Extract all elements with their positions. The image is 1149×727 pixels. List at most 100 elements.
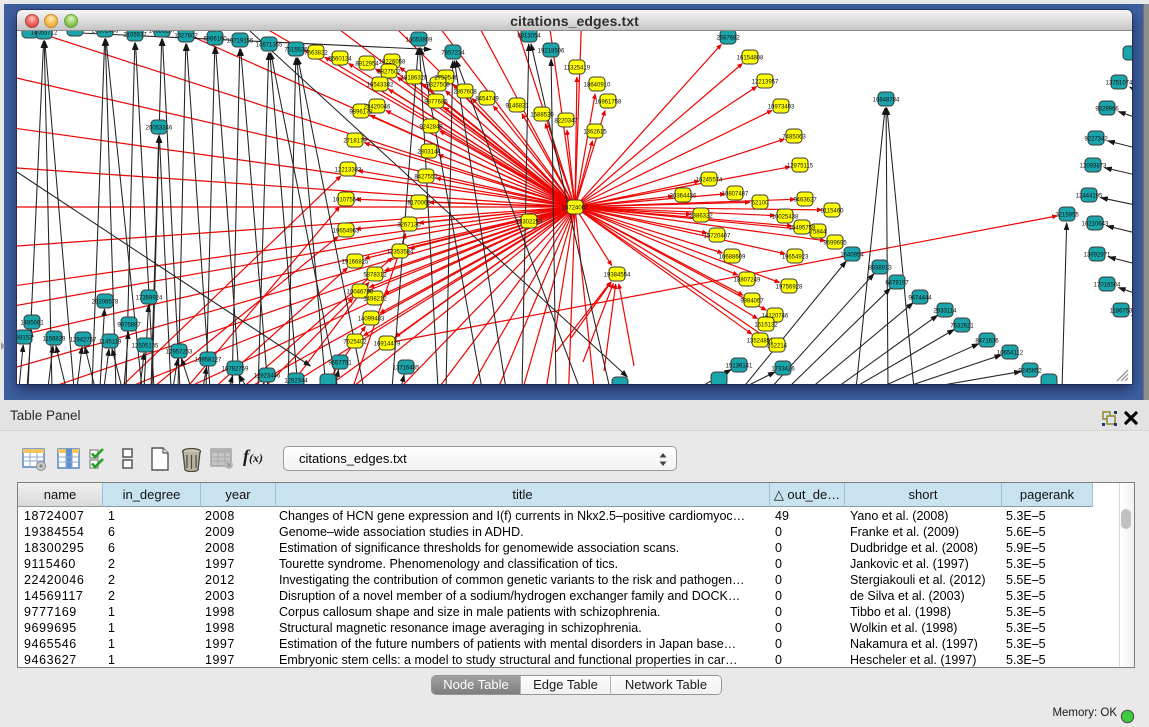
svg-text:13751074: 13751074 <box>1106 80 1132 86</box>
svg-text:16154808: 16154808 <box>737 55 764 61</box>
svg-text:12213383: 12213383 <box>335 167 362 173</box>
svg-text:9327508: 9327508 <box>426 82 450 88</box>
svg-text:12942757: 12942757 <box>70 337 97 343</box>
svg-text:10807487: 10807487 <box>722 191 749 197</box>
svg-text:2105537: 2105537 <box>123 32 147 38</box>
svg-text:20691406: 20691406 <box>92 31 119 34</box>
svg-text:39153: 39153 <box>17 335 33 341</box>
svg-text:12505135: 12505135 <box>132 343 159 349</box>
svg-text:1156829: 1156829 <box>43 336 67 342</box>
svg-text:14055712: 14055712 <box>31 31 58 36</box>
svg-text:9146821: 9146821 <box>505 103 529 109</box>
svg-text:16961758: 16961758 <box>595 99 622 105</box>
svg-text:252214: 252214 <box>767 343 788 349</box>
svg-text:2803144: 2803144 <box>417 149 441 155</box>
svg-text:7663822: 7663822 <box>304 50 328 56</box>
svg-text:7625402: 7625402 <box>343 339 367 345</box>
svg-text:13716485: 13716485 <box>393 365 420 371</box>
svg-text:2718179: 2718179 <box>343 138 367 144</box>
svg-text:8660124: 8660124 <box>328 56 352 62</box>
svg-text:15136141: 15136141 <box>726 363 753 369</box>
svg-text:6966160: 6966160 <box>203 36 227 42</box>
svg-text:7485063: 7485063 <box>782 134 806 140</box>
svg-text:10107554: 10107554 <box>333 197 360 203</box>
svg-text:8427552: 8427552 <box>414 174 438 180</box>
svg-text:5878312: 5878312 <box>363 272 387 278</box>
svg-text:15720407: 15720407 <box>704 233 731 239</box>
svg-text:9463627: 9463627 <box>793 197 817 203</box>
svg-text:2933114: 2933114 <box>934 308 958 314</box>
svg-text:10688609: 10688609 <box>719 254 746 260</box>
svg-text:19384554: 19384554 <box>604 272 631 278</box>
svg-text:12975115: 12975115 <box>787 163 814 169</box>
svg-text:9984067: 9984067 <box>740 298 764 304</box>
svg-text:1186753: 1186753 <box>1110 308 1132 314</box>
svg-text:19166825: 19166825 <box>342 259 369 265</box>
svg-text:20206578: 20206578 <box>92 299 119 305</box>
svg-text:8454749: 8454749 <box>475 96 499 102</box>
svg-text:8471636: 8471636 <box>975 338 999 344</box>
svg-text:6479197: 6479197 <box>885 280 909 286</box>
svg-text:13692971: 13692971 <box>1084 252 1111 258</box>
svg-text:9227342: 9227342 <box>1084 136 1108 142</box>
svg-text:18186328: 18186328 <box>401 75 428 81</box>
svg-text:1640954: 1640954 <box>840 252 864 258</box>
svg-text:2867608: 2867608 <box>453 89 477 95</box>
svg-text:12353584: 12353584 <box>387 249 414 255</box>
svg-text:12444195: 12444195 <box>1076 193 1103 199</box>
svg-text:1292344: 1292344 <box>284 378 308 384</box>
svg-text:19218506: 19218506 <box>538 48 565 54</box>
svg-text:1498212: 1498212 <box>363 296 387 302</box>
svg-text:10973493: 10973493 <box>768 104 795 110</box>
svg-text:1327602: 1327602 <box>174 33 198 39</box>
svg-text:7632621: 7632621 <box>950 323 974 329</box>
svg-text:16210643: 16210643 <box>1082 221 1109 227</box>
svg-text:9877685: 9877685 <box>424 99 448 105</box>
svg-text:1145119: 1145119 <box>99 339 122 345</box>
svg-text:9115460: 9115460 <box>821 208 845 214</box>
svg-text:19654923: 19654923 <box>782 254 809 260</box>
svg-text:14120746: 14120746 <box>762 313 789 319</box>
svg-text:16543382: 16543382 <box>367 82 394 88</box>
svg-text:13302253: 13302253 <box>516 219 543 225</box>
svg-text:1733426: 1733426 <box>771 366 795 372</box>
svg-text:2687682: 2687682 <box>716 35 740 41</box>
svg-text:14099483: 14099483 <box>358 316 385 322</box>
svg-text:12923446: 12923446 <box>254 373 281 379</box>
svg-text:10719155: 10719155 <box>227 38 254 44</box>
svg-text:62100: 62100 <box>752 200 769 206</box>
svg-text:1615132: 1615132 <box>754 322 778 328</box>
svg-text:8170065: 8170065 <box>407 200 431 206</box>
svg-text:1485061: 1485061 <box>20 320 44 326</box>
svg-text:12093873: 12093873 <box>1080 163 1107 169</box>
svg-text:9474444: 9474444 <box>908 295 932 301</box>
svg-text:9242848: 9242848 <box>419 124 443 130</box>
svg-text:9975887: 9975887 <box>117 322 141 328</box>
svg-text:11325419: 11325419 <box>564 65 591 71</box>
svg-text:20053346: 20053346 <box>146 125 173 131</box>
svg-text:19756928: 19756928 <box>776 284 803 290</box>
svg-text:8813054: 8813054 <box>517 33 541 39</box>
svg-text:20364436: 20364436 <box>670 193 697 199</box>
svg-text:17359924: 17359924 <box>136 295 163 301</box>
svg-text:7857234: 7857234 <box>441 50 465 56</box>
svg-text:9827502: 9827502 <box>377 69 401 75</box>
svg-text:17016504: 17016504 <box>1094 282 1121 288</box>
svg-text:8220347: 8220347 <box>554 118 578 124</box>
svg-text:16245574: 16245574 <box>696 177 723 183</box>
svg-text:16053809: 16053809 <box>406 37 433 43</box>
svg-text:2759546: 2759546 <box>434 75 458 81</box>
svg-text:1588520: 1588520 <box>530 112 554 118</box>
svg-text:1362615: 1362615 <box>583 129 607 135</box>
svg-text:14671355: 14671355 <box>256 42 283 48</box>
svg-text:9896172: 9896172 <box>349 109 373 115</box>
svg-text:9699695: 9699695 <box>823 240 847 246</box>
svg-text:75844: 75844 <box>810 229 827 235</box>
svg-text:3215955: 3215955 <box>1055 212 1079 218</box>
svg-text:2386322: 2386322 <box>689 213 713 219</box>
svg-text:18640910: 18640910 <box>584 82 611 88</box>
svg-text:10958127: 10958127 <box>195 357 222 363</box>
svg-text:10046708: 10046708 <box>347 289 374 295</box>
svg-text:8912954: 8912954 <box>355 61 379 67</box>
svg-text:9329966: 9329966 <box>1095 106 1119 112</box>
